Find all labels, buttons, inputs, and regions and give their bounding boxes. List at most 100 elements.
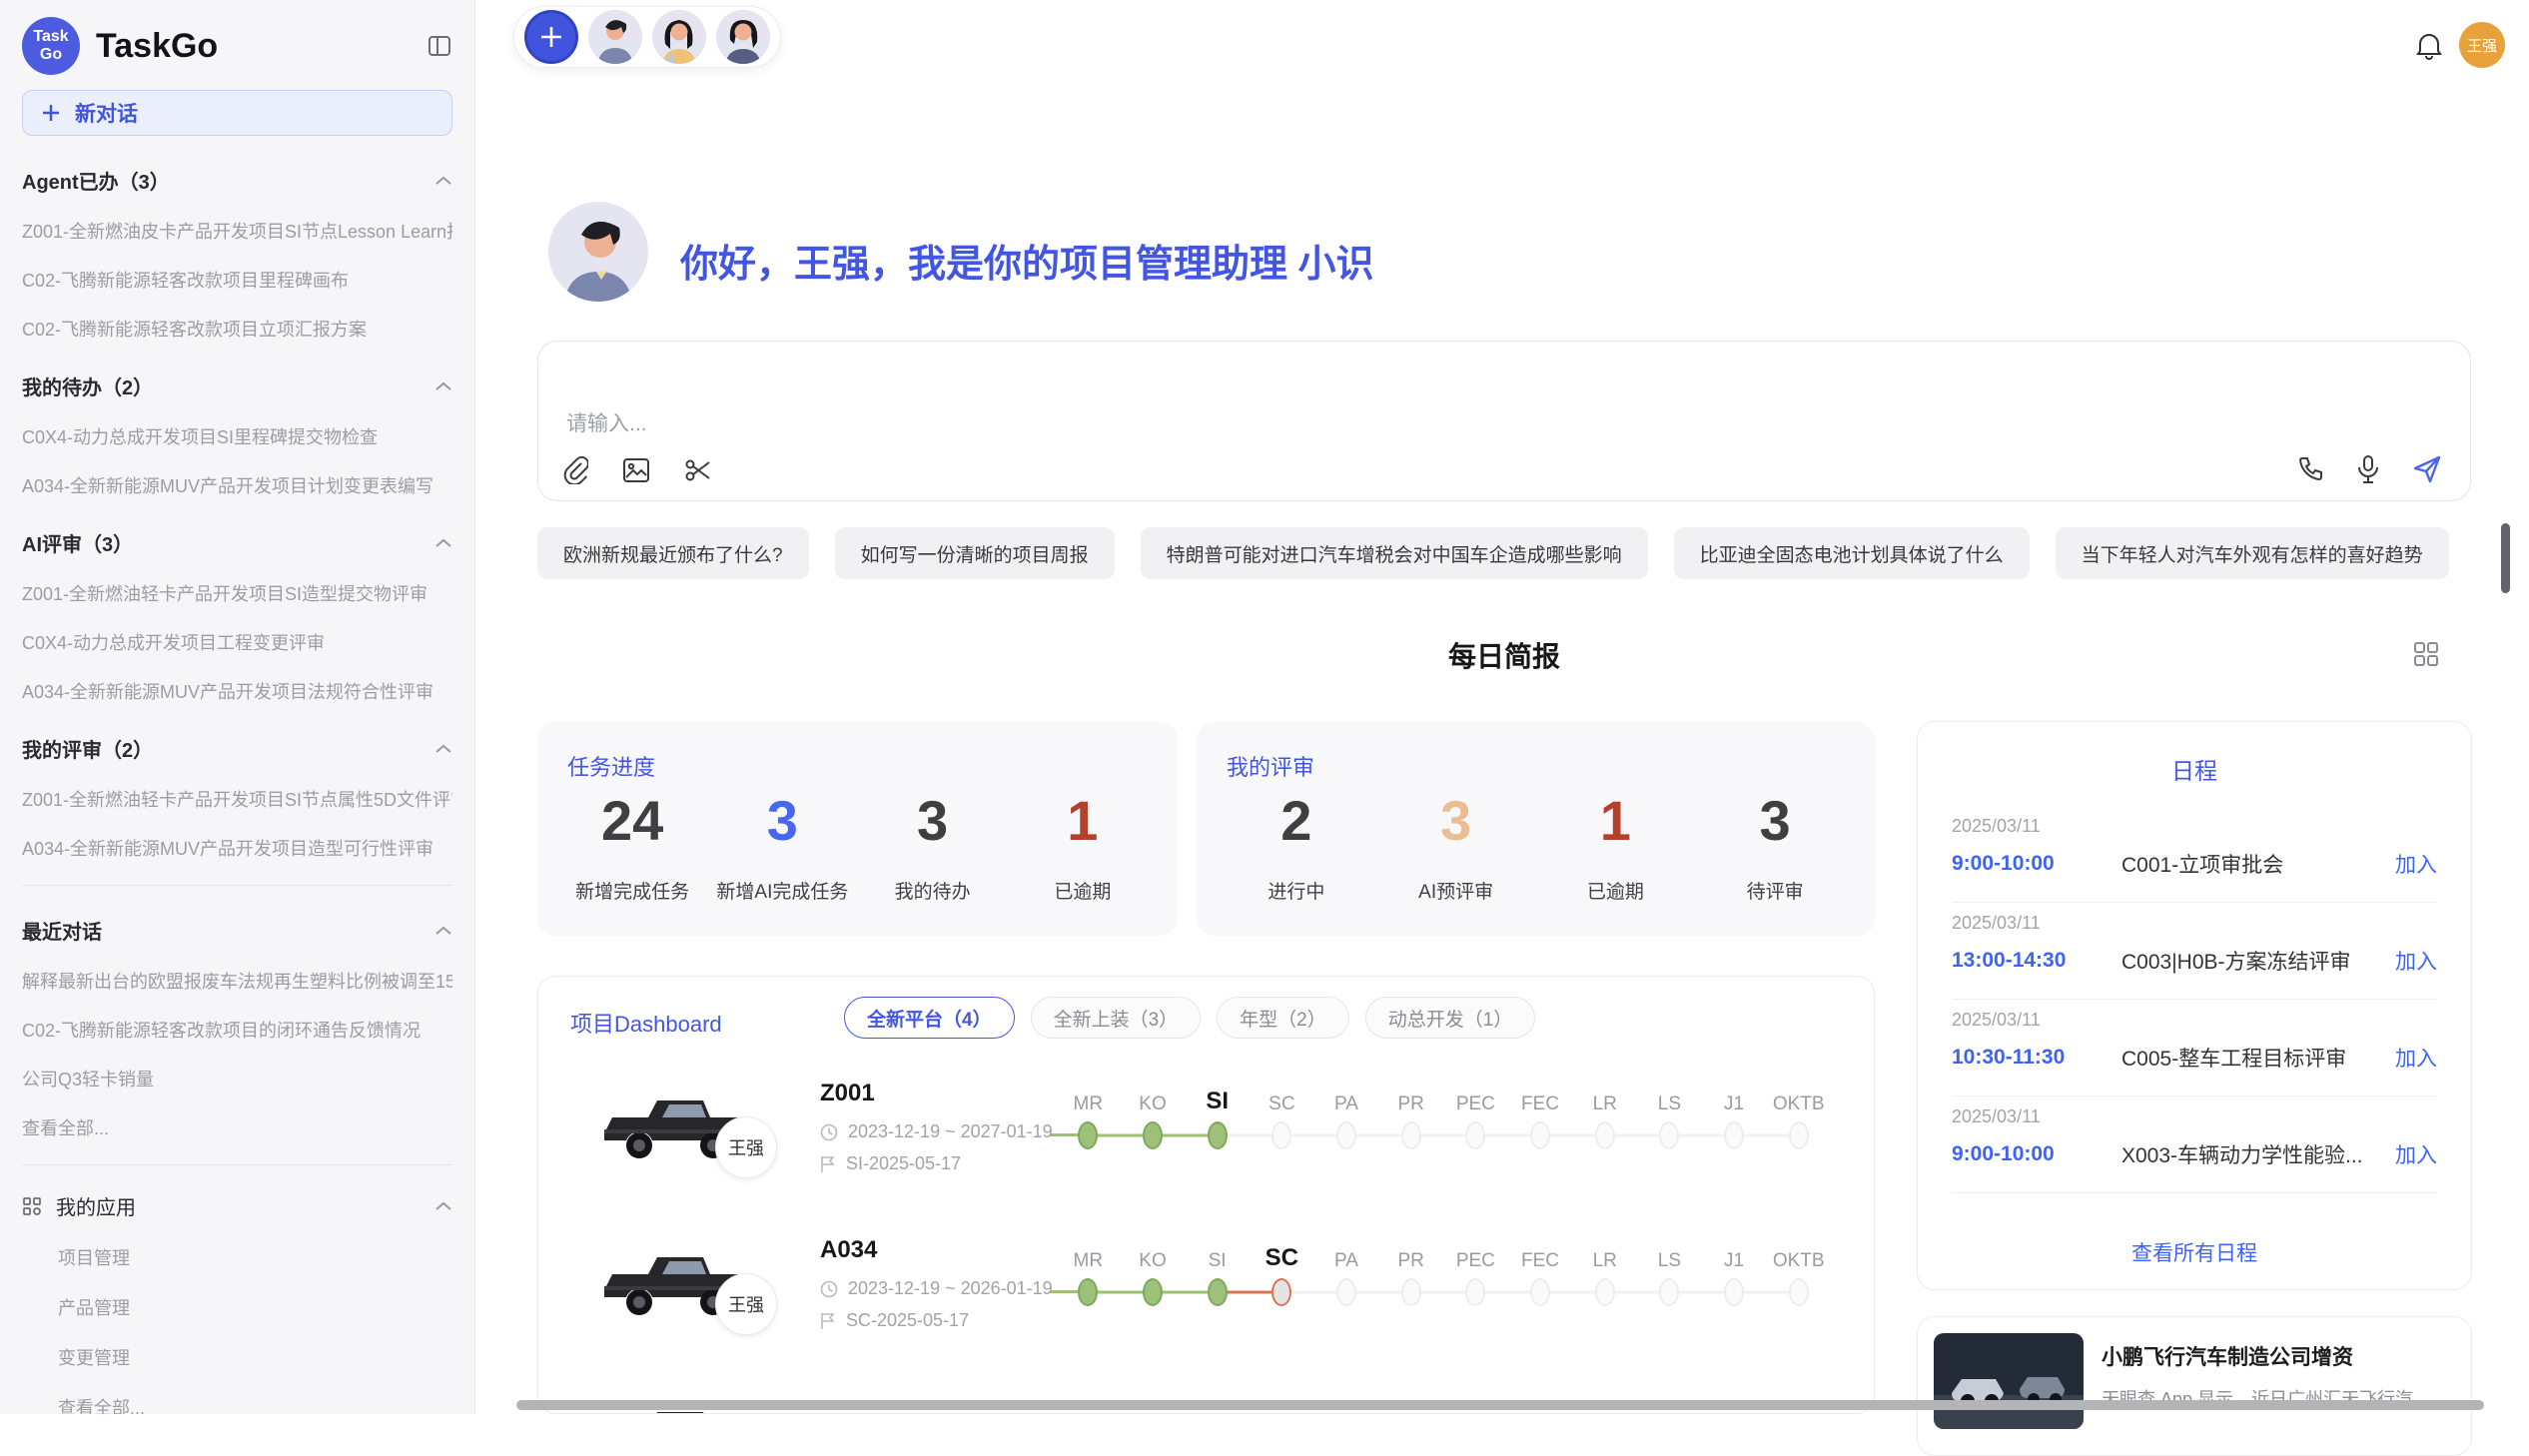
milestone-fec: FEC [1508,1082,1573,1155]
section-title: 最近对话 [22,916,102,945]
list-item[interactable]: Z001-全新燃油轻卡产品开发项目SI节点属性5D文件评审 [22,786,452,812]
suggestion-chip[interactable]: 特朗普可能对进口汽车增税会对中国车企造成哪些影响 [1141,527,1648,579]
milestone-pec: PEC [1443,1082,1508,1155]
view-all-recent[interactable]: 查看全部... [22,1114,452,1140]
chevron-up-icon[interactable] [434,537,452,549]
tab-year-model[interactable]: 年型（2） [1217,997,1349,1039]
assistant-avatar [548,202,648,302]
sidebar-item-project-mgmt[interactable]: 项目管理 [58,1244,452,1270]
milestone-sc: SC [1250,1238,1314,1312]
section-my-todo[interactable]: 我的待办（2） [22,371,452,400]
tab-all-new-body[interactable]: 全新上装（3） [1031,997,1202,1039]
news-image [1934,1333,2084,1429]
sidebar-item-change-mgmt[interactable]: 变更管理 [58,1344,452,1370]
list-item[interactable]: C0X4-动力总成开发项目SI里程碑提交物检查 [22,423,452,449]
suggestion-chip[interactable]: 如何写一份清晰的项目周报 [835,527,1115,579]
avatar[interactable] [716,10,770,64]
quick-agents-bar [513,6,781,68]
schedule-item: 2025/03/11 10:30-11:30 C005-整车工程目标评审 加入 [1952,1000,2437,1096]
stat-new-done: 24 新增完成任务 [557,788,707,904]
news-card[interactable]: 小鹏飞行汽车制造公司增资 天眼查 App 显示，近日广州汇天飞行汽... [1917,1316,2472,1456]
list-item[interactable]: 公司Q3轻卡销量 [22,1066,452,1092]
microphone-icon[interactable] [2356,454,2380,484]
tab-all-new-platform[interactable]: 全新平台（4） [844,997,1015,1039]
section-my-review[interactable]: 我的评审（2） [22,734,452,763]
milestone-j1: J1 [1702,1082,1767,1155]
add-agent-button[interactable] [524,10,578,64]
milestone-oktb: OKTB [1766,1238,1831,1312]
schedule-date: 2025/03/11 [1952,913,2437,934]
send-icon[interactable] [2412,454,2442,484]
suggestion-chip[interactable]: 欧洲新规最近颁布了什么? [537,527,809,579]
image-upload-icon[interactable] [622,457,650,483]
stat-in-progress: 2 进行中 [1217,788,1376,904]
join-button[interactable]: 加入 [2395,1139,2437,1169]
vertical-scrollbar[interactable] [2501,523,2510,593]
list-item[interactable]: A034-全新新能源MUV产品开发项目造型可行性评审 [22,835,452,861]
chevron-up-icon[interactable] [434,743,452,755]
sidebar-item-my-apps[interactable]: 我的应用 [22,1191,452,1220]
section-recent-chats: 最近对话 [22,916,452,945]
list-item[interactable]: 解释最新出台的欧盟报废车法规再生塑料比例被调至15%... [22,968,452,994]
schedule-time: 9:00-10:00 [1952,852,2121,876]
section-ai-review[interactable]: AI评审（3） [22,528,452,557]
list-item[interactable]: C02-飞腾新能源轻客改款项目里程碑画布 [22,267,452,293]
chevron-up-icon[interactable] [434,1200,452,1212]
notification-bell-icon[interactable] [2415,30,2443,60]
project-owner-badge: 王强 [715,1116,777,1178]
schedule-date: 2025/03/11 [1952,816,2437,837]
milestone-lr: LR [1572,1082,1637,1155]
avatar[interactable] [588,10,642,64]
list-item[interactable]: Z001-全新燃油皮卡产品开发项目SI节点Lesson Learn报告 [22,218,452,244]
milestone-ls: LS [1637,1082,1702,1155]
news-title: 小鹏飞行汽车制造公司增资 [2102,1341,2428,1371]
suggestion-chips: 欧洲新规最近颁布了什么? 如何写一份清晰的项目周报 特朗普可能对进口汽车增税会对… [537,527,2471,579]
milestone-si: SI [1185,1082,1250,1155]
stat-ai-prereview: 3 AI预评审 [1376,788,1536,904]
collapse-sidebar-icon[interactable] [426,33,452,59]
view-all-schedule-link[interactable]: 查看所有日程 [1918,1237,2471,1267]
join-button[interactable]: 加入 [2395,849,2437,879]
chevron-up-icon[interactable] [434,380,452,392]
list-item[interactable]: A034-全新新能源MUV产品开发项目法规符合性评审 [22,678,452,704]
list-item[interactable]: C02-飞腾新能源轻客改款项目的闭环通告反馈情况 [22,1017,452,1043]
milestone-chain: MRKOSISCPAPRPECFECLRLSJ1OKTB [1056,1238,1831,1312]
user-avatar[interactable]: 王强 [2459,22,2505,68]
app-title: TaskGo [96,27,218,66]
app-logo: Task Go [22,17,80,75]
join-button[interactable]: 加入 [2395,1043,2437,1073]
horizontal-scrollbar[interactable] [516,1400,2484,1410]
milestone-ko: KO [1121,1082,1186,1155]
milestone-fec: FEC [1508,1238,1573,1312]
sidebar-item-product-mgmt[interactable]: 产品管理 [58,1294,452,1320]
suggestion-chip[interactable]: 比亚迪全固态电池计划具体说了什么 [1674,527,2030,579]
flag-icon [820,1155,836,1173]
view-all-apps[interactable]: 查看全部... [58,1394,452,1414]
join-button[interactable]: 加入 [2395,946,2437,976]
section-title: 我的评审（2） [22,734,153,763]
schedule-time: 9:00-10:00 [1952,1142,2121,1166]
schedule-date: 2025/03/11 [1952,1106,2437,1127]
milestone-chain: MRKOSISCPAPRPECFECLRLSJ1OKTB [1056,1082,1831,1155]
stat-overdue: 1 已逾期 [1536,788,1696,904]
chevron-up-icon[interactable] [434,925,452,937]
layout-grid-icon[interactable] [2413,641,2439,667]
list-item[interactable]: Z001-全新燃油轻卡产品开发项目SI造型提交物评审 [22,580,452,606]
tab-powertrain[interactable]: 动总开发（1） [1365,997,1536,1039]
new-chat-label: 新对话 [75,98,138,128]
milestone-si: SI [1185,1238,1250,1312]
avatar[interactable] [652,10,706,64]
suggestion-chip[interactable]: 当下年轻人对汽车外观有怎样的喜好趋势 [2056,527,2449,579]
list-item[interactable]: C0X4-动力总成开发项目工程变更评审 [22,629,452,655]
new-chat-button[interactable]: 新对话 [22,90,452,136]
card-title: 任务进度 [567,750,655,782]
chevron-up-icon[interactable] [434,175,452,187]
list-item[interactable]: C02-飞腾新能源轻客改款项目立项汇报方案 [22,316,452,342]
section-agent-done[interactable]: Agent已办（3） [22,166,452,195]
project-flag-date: SI-2025-05-17 [820,1153,961,1174]
scissors-icon[interactable] [684,456,712,484]
chat-input-box[interactable]: 请输入... [537,341,2471,501]
voice-call-icon[interactable] [2296,455,2324,483]
list-item[interactable]: A034-全新新能源MUV产品开发项目计划变更表编写 [22,472,452,498]
attachment-icon[interactable] [562,456,588,484]
